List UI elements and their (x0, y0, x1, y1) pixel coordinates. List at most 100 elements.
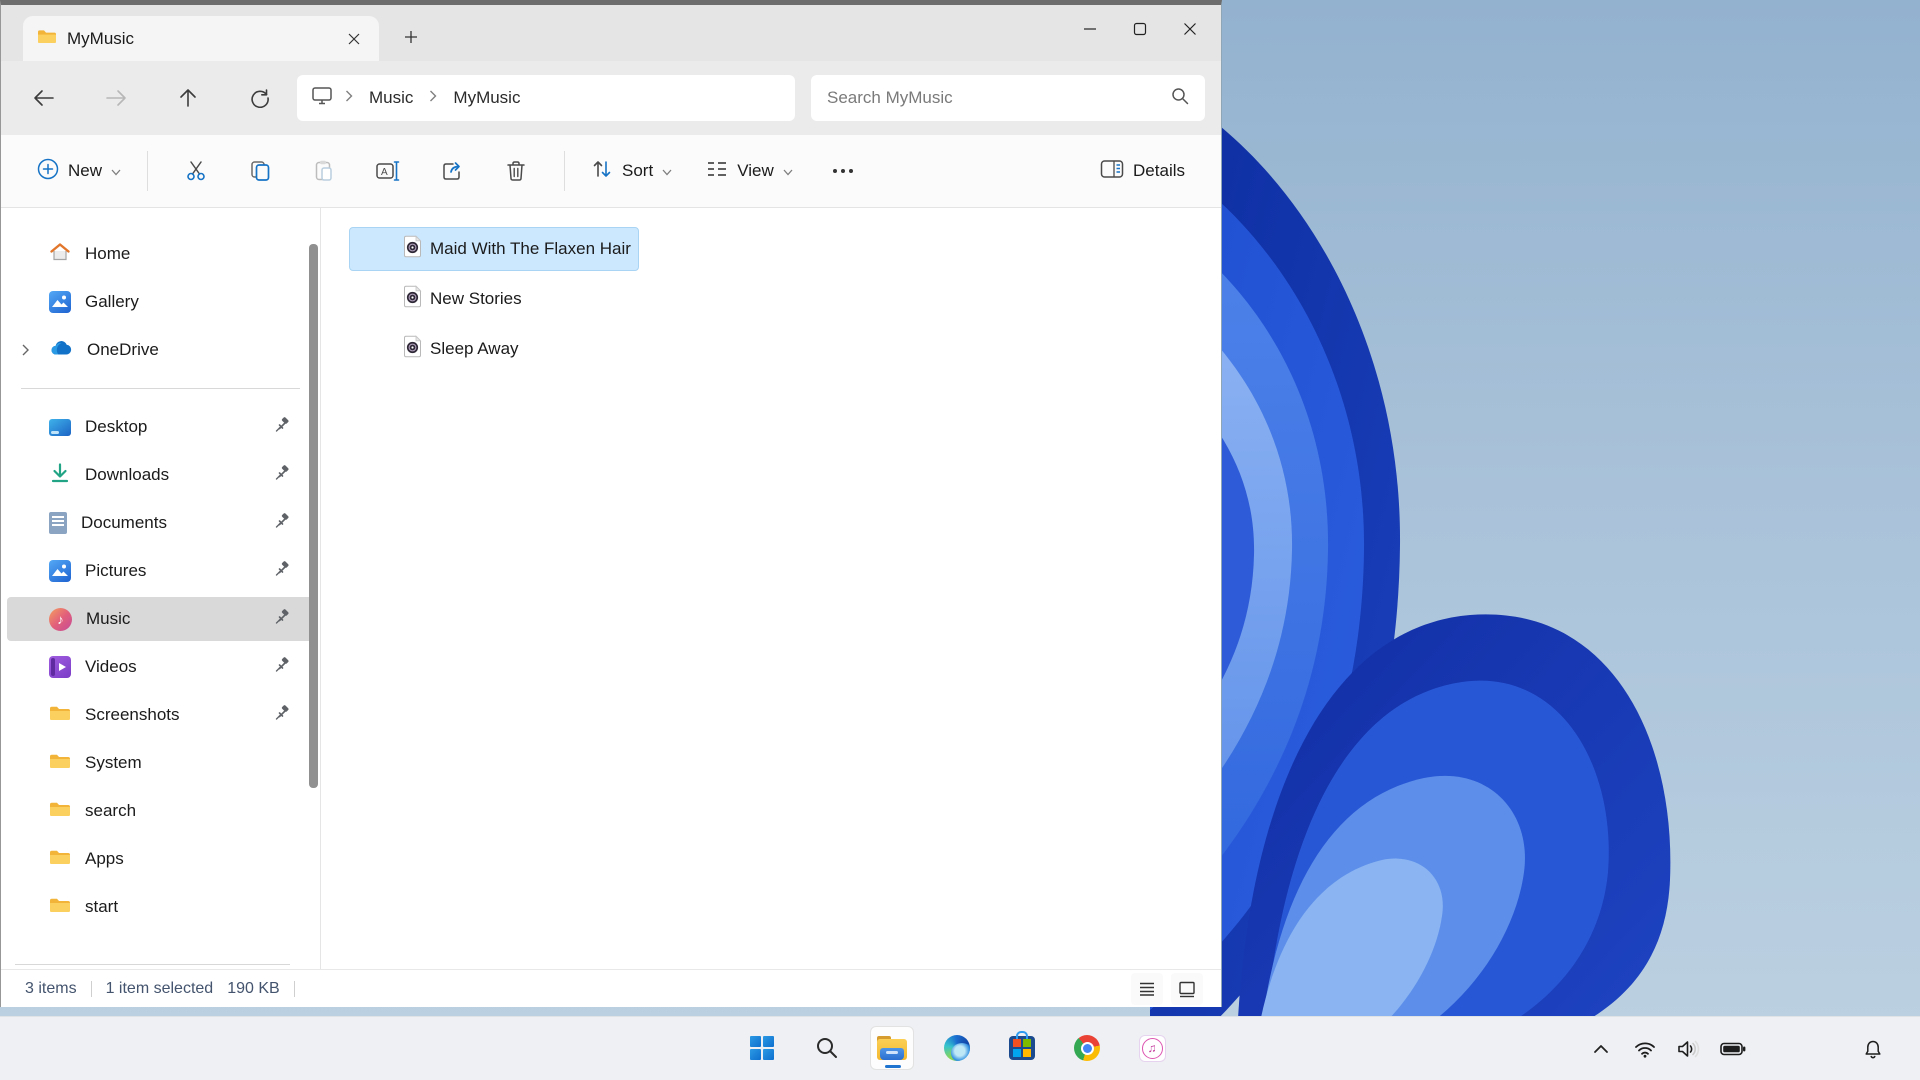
sidebar-label: OneDrive (87, 340, 159, 360)
navigation-bar: Music MyMusic (1, 61, 1221, 135)
paste-button[interactable] (302, 149, 346, 193)
taskbar-search-button[interactable] (805, 1026, 849, 1070)
itunes-icon: ♫ (1139, 1035, 1166, 1062)
view-label: View (737, 161, 774, 181)
file-row[interactable]: Maid With The Flaxen Hair (349, 227, 639, 271)
battery-icon[interactable] (1716, 1029, 1750, 1069)
item-count: 3 items (25, 980, 77, 998)
close-button[interactable] (1165, 9, 1215, 49)
this-pc-monitor-icon[interactable] (311, 86, 333, 111)
cut-button[interactable] (174, 149, 218, 193)
sort-button[interactable]: Sort (581, 149, 682, 193)
sort-label: Sort (622, 161, 653, 181)
file-row[interactable]: Sleep Away (349, 327, 639, 371)
tab-close-icon[interactable] (339, 24, 369, 54)
delete-button[interactable] (494, 149, 538, 193)
volume-icon[interactable] (1672, 1029, 1706, 1069)
forward-button[interactable] (93, 75, 139, 121)
taskbar-icons: ♫ (740, 1026, 1174, 1070)
view-icon (706, 159, 728, 184)
sidebar-item-start[interactable]: start (7, 885, 314, 929)
wifi-icon[interactable] (1628, 1029, 1662, 1069)
file-explorer-icon (877, 1036, 907, 1060)
notifications-bell-icon[interactable] (1856, 1029, 1890, 1069)
sidebar-item-videos[interactable]: Videos (7, 645, 314, 689)
pin-icon (275, 609, 290, 629)
hidden-icons-chevron[interactable] (1584, 1029, 1618, 1069)
chevron-down-icon (111, 161, 121, 181)
sidebar-item-music[interactable]: ♪ Music (7, 597, 314, 641)
taskbar-itunes-button[interactable]: ♫ (1130, 1026, 1174, 1070)
file-row[interactable]: New Stories (349, 277, 639, 321)
sidebar-item-screenshots[interactable]: Screenshots (7, 693, 314, 737)
media-file-icon (403, 285, 422, 313)
breadcrumb-music[interactable]: Music (365, 86, 417, 110)
sidebar-item-home[interactable]: Home (7, 232, 314, 276)
share-button[interactable] (430, 149, 474, 193)
minimize-button[interactable] (1065, 9, 1115, 49)
new-button[interactable]: New (27, 149, 131, 193)
large-thumbnail-view-toggle[interactable] (1171, 973, 1203, 1005)
chevron-down-icon (783, 161, 793, 181)
sidebar-item-desktop[interactable]: Desktop (7, 405, 314, 449)
sidebar-item-downloads[interactable]: Downloads (7, 453, 314, 497)
sidebar-item-apps[interactable]: Apps (7, 837, 314, 881)
taskbar-store-button[interactable] (1000, 1026, 1044, 1070)
sidebar-item-search[interactable]: search (7, 789, 314, 833)
documents-icon (49, 512, 67, 534)
copy-button[interactable] (238, 149, 282, 193)
list-view-toggle[interactable] (1131, 973, 1163, 1005)
status-separator (294, 981, 295, 997)
sidebar-item-documents[interactable]: Documents (7, 501, 314, 545)
new-plus-icon (37, 158, 59, 185)
details-label: Details (1133, 161, 1185, 181)
address-bar[interactable]: Music MyMusic (297, 75, 795, 121)
sidebar-divider (21, 388, 300, 389)
breadcrumb-mymusic[interactable]: MyMusic (449, 86, 524, 110)
new-tab-button[interactable] (393, 19, 429, 55)
status-separator (91, 981, 92, 997)
sidebar-item-system[interactable]: System (7, 741, 314, 785)
media-file-icon (403, 335, 422, 363)
taskbar-edge-button[interactable] (935, 1026, 979, 1070)
svg-text:A: A (381, 167, 388, 178)
videos-icon (49, 656, 71, 678)
chevron-expand-icon[interactable] (21, 342, 30, 362)
system-tray (1584, 1029, 1750, 1069)
search-icon (815, 1036, 839, 1060)
view-button[interactable]: View (696, 149, 803, 193)
search-input[interactable] (827, 88, 1171, 108)
copy-icon (248, 159, 272, 183)
file-list: Maid With The Flaxen Hair New Stories (321, 208, 1221, 969)
maximize-button[interactable] (1115, 9, 1165, 49)
search-icon[interactable] (1171, 87, 1189, 110)
taskbar-file-explorer-button[interactable] (870, 1026, 914, 1070)
sidebar-scrollbar[interactable] (309, 244, 318, 788)
chevron-right-icon (429, 89, 437, 107)
start-button[interactable] (740, 1026, 784, 1070)
navigation-pane: Home Gallery (1, 208, 321, 969)
folder-icon (49, 800, 71, 823)
file-explorer-window: MyMusic (0, 0, 1222, 1007)
taskbar-chrome-button[interactable] (1065, 1026, 1109, 1070)
sidebar-item-onedrive[interactable]: OneDrive (7, 328, 314, 372)
tab-strip: MyMusic (1, 5, 1221, 61)
sidebar-item-pictures[interactable]: Pictures (7, 549, 314, 593)
up-button[interactable] (165, 75, 211, 121)
folder-icon (49, 848, 71, 871)
paste-icon (312, 159, 336, 183)
details-button[interactable]: Details (1090, 149, 1195, 193)
back-button[interactable] (21, 75, 67, 121)
file-name: New Stories (430, 289, 522, 309)
pin-icon (275, 657, 290, 677)
more-options-button[interactable] (821, 149, 865, 193)
onedrive-icon (49, 339, 73, 361)
folder-icon (37, 28, 57, 50)
folder-icon (49, 704, 71, 727)
rename-button[interactable]: A (366, 149, 410, 193)
media-file-icon (403, 235, 422, 263)
tab-mymusic[interactable]: MyMusic (23, 16, 379, 61)
refresh-button[interactable] (237, 75, 283, 121)
sidebar-item-gallery[interactable]: Gallery (7, 280, 314, 324)
sidebar-label: Screenshots (85, 705, 180, 725)
